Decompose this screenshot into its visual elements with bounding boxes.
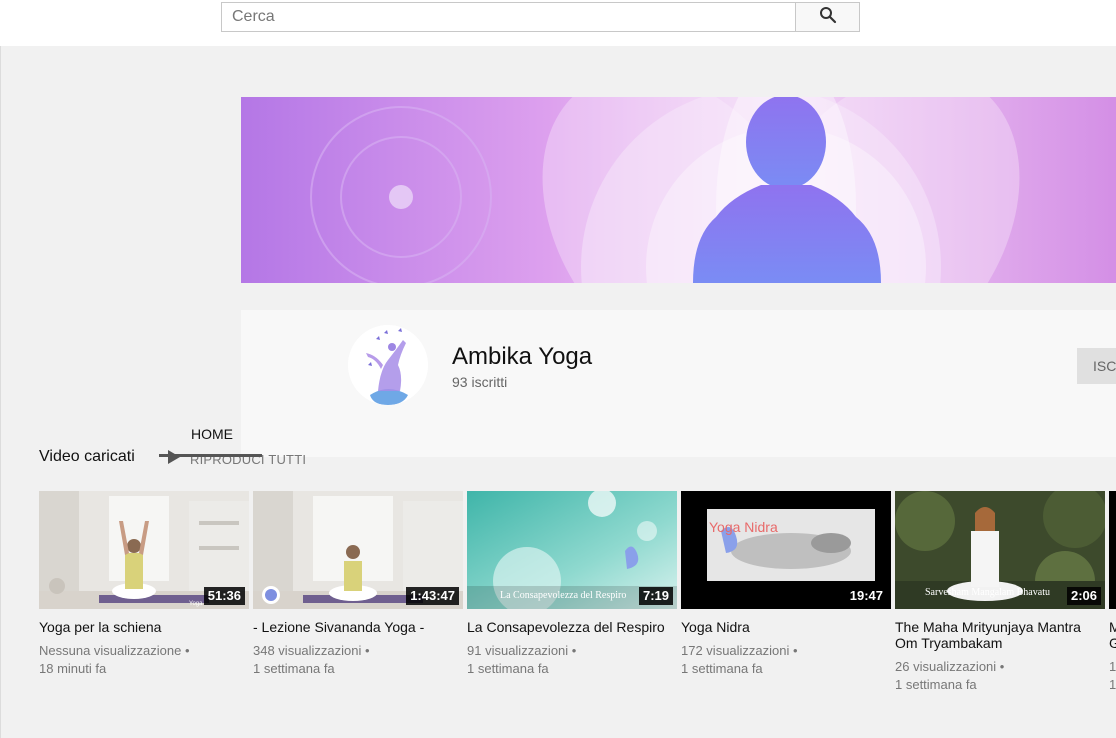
search-icon	[819, 6, 837, 29]
video-meta: 26 visualizzazioni • 1 settimana fa	[895, 658, 1105, 694]
play-icon	[168, 450, 180, 469]
video-title[interactable]: Yoga per la schiena	[39, 619, 249, 635]
subscriber-count: 93 iscritti	[452, 374, 508, 390]
channel-banner	[241, 97, 1116, 283]
video-views: Nessuna visualizzazione	[39, 643, 182, 658]
video-age: 1	[1109, 677, 1116, 692]
video-title[interactable]: M G	[1109, 619, 1116, 651]
video-age: 1 settimana fa	[253, 661, 335, 676]
video-thumbnail[interactable]	[1109, 491, 1116, 609]
channel-avatar[interactable]	[348, 325, 428, 405]
search-input[interactable]	[222, 3, 795, 31]
video-meta: Nessuna visualizzazione • 18 minuti fa	[39, 642, 249, 678]
video-views: 348 visualizzazioni	[253, 643, 362, 658]
video-views: 1	[1109, 659, 1116, 674]
video-title[interactable]: La Consapevolezza del Respiro	[467, 619, 677, 635]
video-card[interactable]: Yoga Nidra 19:47 Yoga Nidra 172 visualiz…	[681, 491, 891, 678]
search-box[interactable]	[221, 2, 795, 32]
video-title[interactable]: Yoga Nidra	[681, 619, 891, 635]
video-thumbnail[interactable]: Yoga Nidra 19:47	[681, 491, 891, 609]
video-card[interactable]: Yoga 51:36 Yoga per la schiena Nessuna v…	[39, 491, 249, 678]
subscribe-button[interactable]: ISCRIVITI	[1077, 348, 1116, 384]
thumbnail-overlay-text: Yoga Nidra	[709, 519, 778, 535]
video-views: 172 visualizzazioni	[681, 643, 790, 658]
left-divider	[0, 46, 1, 738]
video-duration: 7:19	[638, 587, 673, 605]
channel-header: Ambika Yoga 93 iscritti ISCRIVITI	[241, 310, 1116, 457]
video-age: 18 minuti fa	[39, 661, 107, 676]
video-views: 26 visualizzazioni	[895, 659, 997, 674]
video-age: 1 settimana fa	[467, 661, 549, 676]
tab-home-underline	[159, 454, 262, 457]
video-card[interactable]: 1:43:47 - Lezione Sivananda Yoga - 348 v…	[253, 491, 463, 678]
search-button[interactable]	[795, 2, 860, 32]
video-meta: 348 visualizzazioni • 1 settimana fa	[253, 642, 463, 678]
video-meta: 172 visualizzazioni • 1 settimana fa	[681, 642, 891, 678]
video-duration: 19:47	[845, 587, 887, 605]
video-duration: 51:36	[203, 587, 245, 605]
video-age: 1 settimana fa	[681, 661, 763, 676]
play-all-button[interactable]: RIPRODUCI TUTTI	[168, 450, 306, 469]
masthead	[0, 0, 1116, 46]
channel-name: Ambika Yoga	[452, 343, 593, 370]
video-meta: 91 visualizzazioni • 1 settimana fa	[467, 642, 677, 678]
video-thumbnail[interactable]: Yoga 51:36	[39, 491, 249, 609]
section-title: Video caricati	[39, 448, 135, 465]
video-title[interactable]: The Maha Mrityunjaya Mantra Om Tryambaka…	[895, 619, 1105, 651]
video-age: 1 settimana fa	[895, 677, 977, 692]
video-title[interactable]: - Lezione Sivananda Yoga -	[253, 619, 463, 635]
video-thumbnail[interactable]: La Consapevolezza del Respiro 7:19	[467, 491, 677, 609]
video-meta: 1 1	[1109, 658, 1116, 694]
video-card[interactable]: M G 1 1	[1109, 491, 1116, 694]
video-views: 91 visualizzazioni	[467, 643, 569, 658]
video-thumbnail[interactable]: 1:43:47	[253, 491, 463, 609]
video-thumbnail[interactable]: Sarvesham Mangalam Bhavatu 2:06	[895, 491, 1105, 609]
video-card[interactable]: Sarvesham Mangalam Bhavatu 2:06 The Maha…	[895, 491, 1105, 694]
video-duration: 2:06	[1066, 587, 1101, 605]
video-card[interactable]: La Consapevolezza del Respiro 7:19 La Co…	[467, 491, 677, 678]
thumbnail-overlay-text: La Consapevolezza del Respiro	[500, 590, 626, 601]
thumbnail-brand-text: Yoga	[189, 601, 203, 607]
video-duration: 1:43:47	[406, 587, 459, 605]
thumbnail-overlay-text: Sarvesham Mangalam Bhavatu	[925, 587, 1050, 598]
tab-home[interactable]: HOME	[191, 426, 233, 442]
